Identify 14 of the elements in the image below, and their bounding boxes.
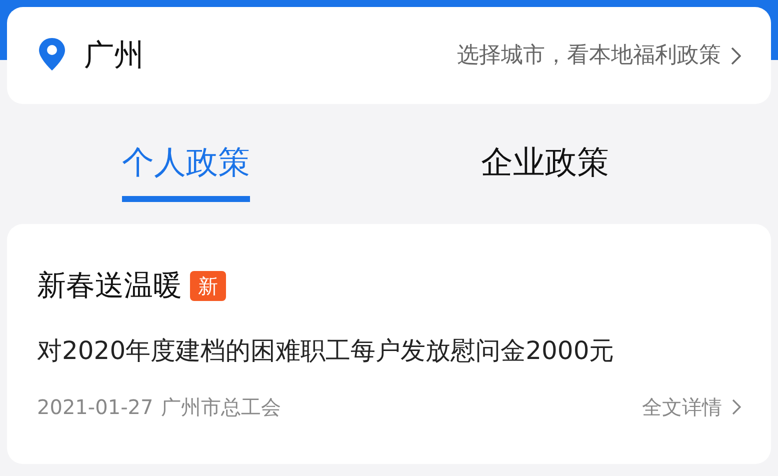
city-name: 广州 [84, 37, 144, 75]
policy-summary: 对2020年度建档的困难职工每户发放慰问金2000元 [37, 335, 616, 367]
chevron-right-icon [732, 398, 741, 414]
city-select-link[interactable]: 选择城市，看本地福利政策 [457, 39, 721, 72]
full-text-link[interactable]: 全文详情 [642, 392, 722, 422]
location-card[interactable]: 广州 选择城市，看本地福利政策 [7, 7, 771, 104]
publish-date: 2021-01-27 [37, 394, 154, 420]
publisher-name: 广州市总工会 [161, 394, 282, 420]
policy-card[interactable]: 新春送温暖 新 对2020年度建档的困难职工每户发放慰问金2000元 2021-01-27 广州市总工会 全文详情 [7, 224, 771, 464]
chevron-right-icon [731, 46, 741, 64]
tab[interactable]: 个人政策 [122, 142, 250, 202]
policy-title: 新春送温暖 [37, 267, 182, 304]
tab[interactable]: 企业政策 [481, 142, 609, 202]
new-badge: 新 [190, 271, 226, 301]
